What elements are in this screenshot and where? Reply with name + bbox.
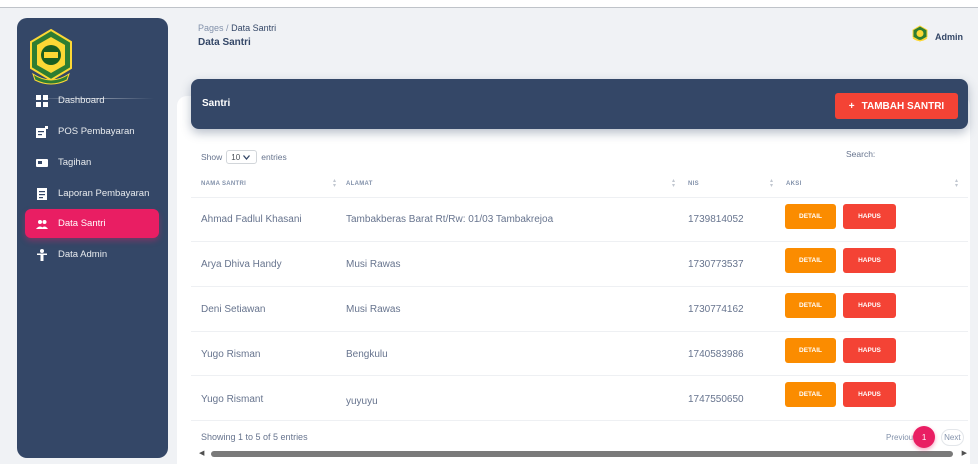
entries-length-control: Show 10 entries <box>201 150 287 164</box>
cell-alamat: Tambakberas Barat Rt/Rw: 01/03 Tambakrej… <box>346 214 554 225</box>
user-avatar-logo <box>911 25 929 48</box>
breadcrumb-separator: / <box>226 23 229 33</box>
cell-nis: 1740583986 <box>688 349 744 360</box>
hapus-button[interactable]: HAPUS <box>843 248 896 273</box>
plus-icon: + <box>848 100 855 112</box>
card-title: Santri <box>202 98 231 109</box>
sort-icon[interactable]: ▴ ▾ <box>672 178 675 189</box>
pagination-next[interactable]: Next <box>941 428 964 446</box>
cell-nama: Deni Setiawan <box>201 304 266 315</box>
sidebar-item-dashboard[interactable]: Dashboard <box>25 86 159 115</box>
sidebar-item-pos-pembayaran[interactable]: POS Pembayaran <box>25 117 159 146</box>
receipt-icon <box>35 125 49 139</box>
scroll-left-icon[interactable]: ◀ <box>199 450 204 458</box>
user-menu[interactable]: Admin <box>911 25 963 48</box>
hapus-button[interactable]: HAPUS <box>843 382 896 407</box>
column-header-alamat[interactable]: ALAMAT <box>346 181 373 187</box>
table-divider <box>191 241 968 242</box>
sort-icon[interactable]: ▴ ▾ <box>333 178 336 189</box>
page-title: Data Santri <box>198 37 251 48</box>
cell-nama: Yugo Risman <box>201 349 261 360</box>
detail-button[interactable]: DETAIL <box>785 338 836 363</box>
breadcrumb: Pages / Data Santri <box>198 23 276 33</box>
detail-button[interactable]: DETAIL <box>785 382 836 407</box>
show-suffix: entries <box>261 152 287 162</box>
cell-nis: 1730774162 <box>688 304 744 315</box>
sidebar-item-data-santri[interactable]: Data Santri <box>25 209 159 238</box>
table-divider <box>191 197 968 198</box>
sidebar-item-label: POS Pembayaran <box>58 126 135 137</box>
column-header-aksi: AKSI <box>786 181 802 187</box>
cell-alamat: Bengkulu <box>346 349 388 360</box>
card-icon <box>35 156 49 170</box>
cell-nama: Ahmad Fadlul Khasani <box>201 214 302 225</box>
user-label: Admin <box>935 31 963 42</box>
pagination: Previous 1 Next <box>886 426 964 448</box>
table-divider <box>191 331 968 332</box>
hapus-button[interactable]: HAPUS <box>843 293 896 318</box>
cell-alamat: Musi Rawas <box>346 259 401 270</box>
sidebar <box>17 18 168 458</box>
detail-button[interactable]: DETAIL <box>785 293 836 318</box>
sidebar-item-label: Laporan Pembayaran <box>58 188 150 199</box>
hapus-button[interactable]: HAPUS <box>843 338 896 363</box>
scrollbar-thumb[interactable] <box>211 451 953 457</box>
cell-nis: 1739814052 <box>688 214 744 225</box>
cell-nis: 1730773537 <box>688 259 744 270</box>
entries-select[interactable]: 10 <box>226 150 258 164</box>
chevron-down-icon <box>243 154 251 160</box>
table-divider <box>191 420 968 421</box>
hapus-button[interactable]: HAPUS <box>843 204 896 229</box>
pesantren-logo[interactable] <box>27 28 75 86</box>
sidebar-item-label: Dashboard <box>58 95 105 106</box>
sort-icon[interactable]: ▴ ▾ <box>770 178 773 189</box>
horizontal-scrollbar[interactable]: ◀ ▶ <box>199 450 967 458</box>
entries-info: Showing 1 to 5 of 5 entries <box>201 432 308 442</box>
sidebar-item-label: Data Santri <box>58 218 106 229</box>
table-divider <box>191 286 968 287</box>
cell-alamat: Musi Rawas <box>346 304 401 315</box>
cell-alamat: yuyuyu <box>346 396 378 407</box>
search-label: Search: <box>846 149 876 159</box>
sidebar-item-label: Tagihan <box>58 157 92 168</box>
window-top-edge <box>0 0 978 8</box>
column-header-nis[interactable]: NIS <box>688 181 699 187</box>
person-icon <box>35 248 49 262</box>
breadcrumb-root[interactable]: Pages <box>198 23 224 33</box>
sidebar-item-tagihan[interactable]: Tagihan <box>25 148 159 177</box>
add-santri-label: TAMBAH SANTRI <box>861 100 945 112</box>
card-header: Santri + TAMBAH SANTRI <box>191 79 968 129</box>
table-divider <box>191 375 968 376</box>
show-prefix: Show <box>201 152 223 162</box>
report-icon <box>35 187 49 201</box>
column-header-nama[interactable]: NAMA SANTRI <box>201 181 246 187</box>
detail-button[interactable]: DETAIL <box>785 204 836 229</box>
dashboard-icon <box>35 94 49 108</box>
breadcrumb-current: Data Santri <box>231 23 277 33</box>
pagination-page-1[interactable]: 1 <box>913 426 936 448</box>
sort-icon[interactable]: ▴ ▾ <box>955 178 958 189</box>
people-icon <box>35 217 49 231</box>
sidebar-item-label: Data Admin <box>58 249 108 260</box>
cell-nama: Yugo Rismant <box>201 394 264 405</box>
sidebar-item-laporan-pembayaran[interactable]: Laporan Pembayaran <box>25 179 159 208</box>
sidebar-item-data-admin[interactable]: Data Admin <box>25 240 159 269</box>
add-santri-button[interactable]: + TAMBAH SANTRI <box>835 93 958 119</box>
scroll-right-icon[interactable]: ▶ <box>962 450 967 458</box>
entries-select-value: 10 <box>231 152 241 162</box>
cell-nis: 1747550650 <box>688 394 744 405</box>
detail-button[interactable]: DETAIL <box>785 248 836 273</box>
cell-nama: Arya Dhiva Handy <box>201 259 282 270</box>
